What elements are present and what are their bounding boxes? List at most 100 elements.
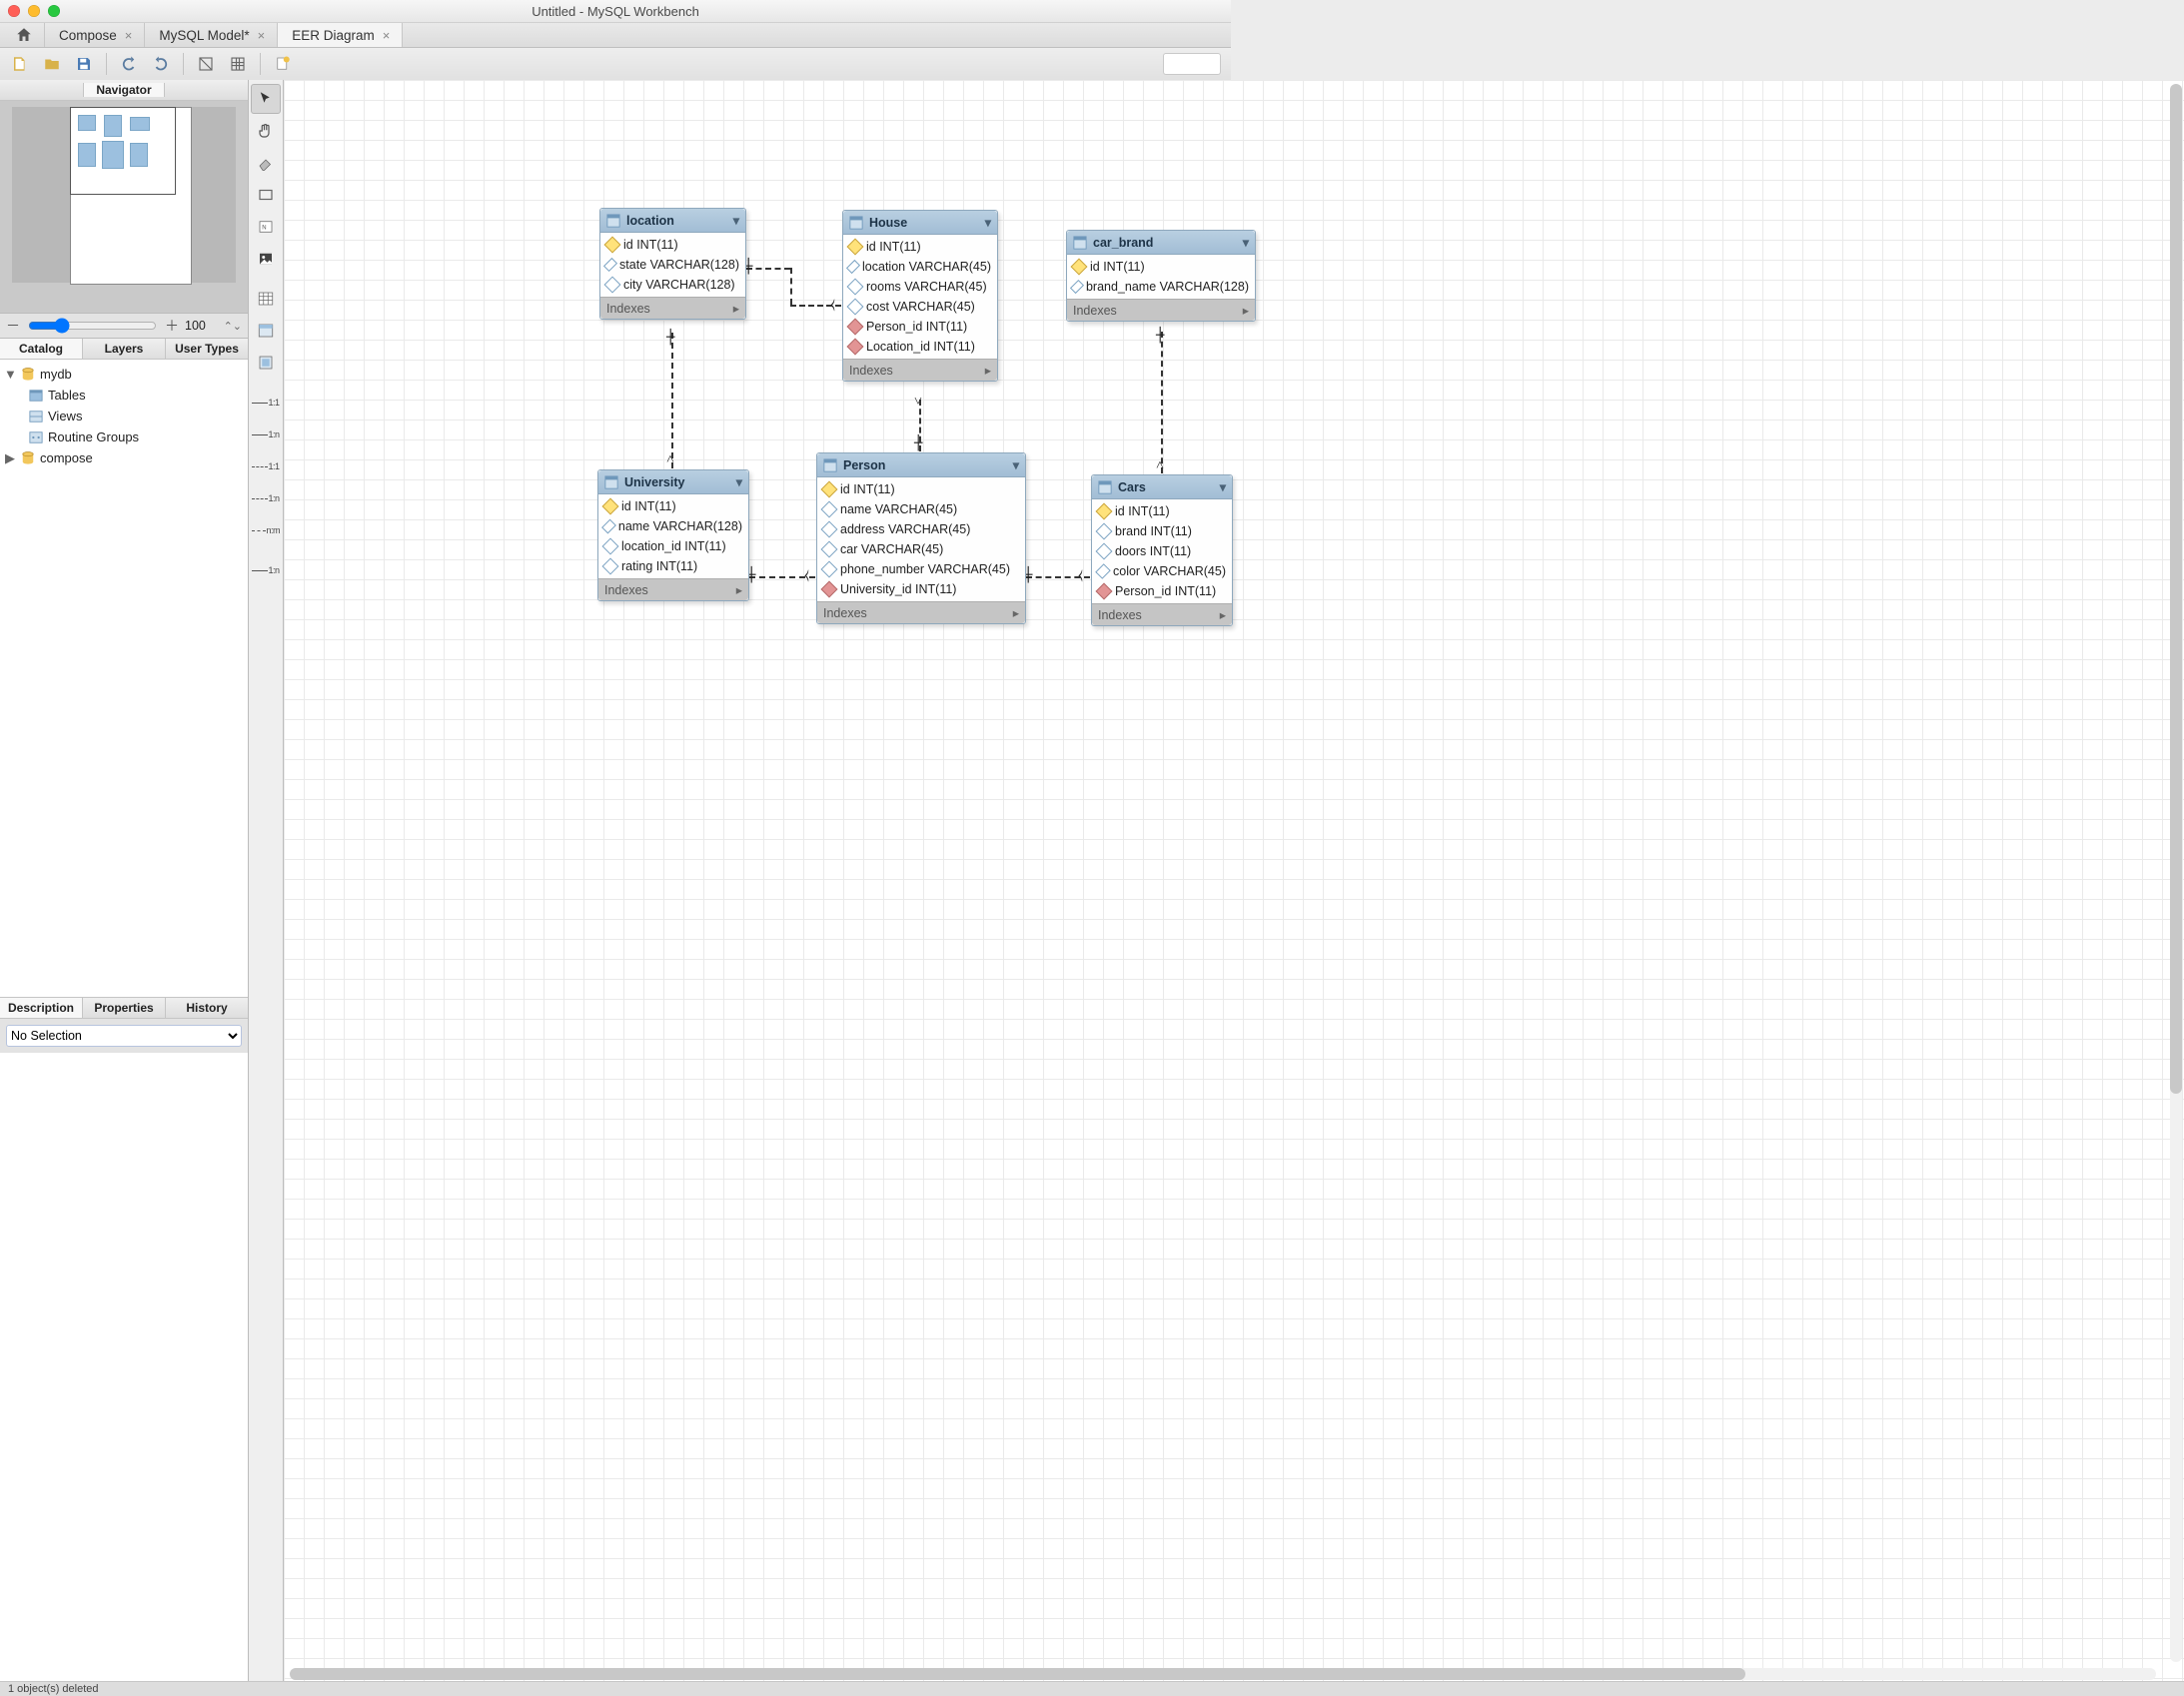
rel-location-university[interactable] [671, 333, 673, 468]
select-tool[interactable] [251, 84, 281, 114]
entity-column[interactable]: location_id INT(11) [598, 536, 748, 556]
entity-column[interactable]: name VARCHAR(45) [817, 499, 1025, 519]
tab-mysql-model[interactable]: MySQL Model* × [145, 23, 278, 47]
entity-indexes-bar[interactable]: Indexes▸ [843, 359, 997, 381]
close-icon[interactable]: × [258, 29, 266, 42]
canvas-hscrollbar[interactable] [290, 1668, 2156, 1680]
new-table-tool[interactable] [251, 284, 281, 314]
hand-tool[interactable] [251, 116, 281, 146]
tab-description[interactable]: Description [0, 998, 83, 1018]
entity-column[interactable]: address VARCHAR(45) [817, 519, 1025, 539]
window-close-button[interactable] [8, 5, 20, 17]
new-view-tool[interactable] [251, 316, 281, 346]
redo-button[interactable] [147, 51, 175, 77]
undo-button[interactable] [115, 51, 143, 77]
entity-house[interactable]: House▾id INT(11)location VARCHAR(45)room… [842, 210, 998, 382]
entity-header[interactable]: House▾ [843, 211, 997, 235]
new-file-button[interactable] [6, 51, 34, 77]
zoom-in-button[interactable]: ＋ [165, 316, 179, 336]
zoom-slider[interactable] [28, 318, 157, 334]
tree-routines[interactable]: Routine Groups [2, 426, 246, 447]
home-button[interactable] [4, 23, 45, 47]
layer-tool[interactable] [251, 180, 281, 210]
tab-compose[interactable]: Compose × [45, 23, 145, 47]
entity-column[interactable]: University_id INT(11) [817, 579, 1025, 599]
expand-icon[interactable]: ▸ [1220, 607, 1226, 622]
entity-header[interactable]: University▾ [598, 470, 748, 494]
collapse-icon[interactable]: ▾ [736, 474, 742, 489]
entity-column[interactable]: id INT(11) [1092, 501, 1232, 521]
tab-properties[interactable]: Properties [83, 998, 166, 1018]
window-minimize-button[interactable] [28, 5, 40, 17]
rel-1-n-id-tool[interactable]: 1:n [251, 483, 281, 513]
entity-header[interactable]: Person▾ [817, 453, 1025, 477]
rel-1-n-tool[interactable]: 1:n [251, 420, 281, 449]
entity-column[interactable]: phone_number VARCHAR(45) [817, 559, 1025, 579]
entity-location[interactable]: location▾id INT(11)state VARCHAR(128)cit… [599, 208, 746, 320]
close-icon[interactable]: × [383, 29, 391, 42]
entity-car-brand[interactable]: car_brand▾id INT(11)brand_name VARCHAR(1… [1066, 230, 1256, 322]
panel-navigator-tab[interactable]: Navigator [83, 83, 164, 97]
entity-cars[interactable]: Cars▾id INT(11)brand INT(11)doors INT(11… [1091, 474, 1233, 626]
expand-icon[interactable]: ▸ [985, 363, 991, 378]
diagram-canvas[interactable]: ┼ ˄ ┼ ⧼ ˅ ┼ ┼ ˄ ┼ ⧼ ┼ ⧼ location▾id INT(… [284, 80, 2184, 1682]
entity-column[interactable]: name VARCHAR(128) [598, 516, 748, 536]
entity-person[interactable]: Person▾id INT(11)name VARCHAR(45)address… [816, 452, 1026, 624]
expand-icon[interactable]: ▸ [736, 582, 742, 597]
save-button[interactable] [70, 51, 98, 77]
collapse-icon[interactable]: ▾ [1243, 235, 1249, 250]
tab-eer-diagram[interactable]: EER Diagram × [278, 23, 403, 47]
navigator-minimap[interactable] [0, 101, 248, 314]
window-maximize-button[interactable] [48, 5, 60, 17]
tab-history[interactable]: History [166, 998, 248, 1018]
rel-carbrand-cars[interactable] [1161, 332, 1163, 473]
collapse-icon[interactable]: ▾ [1220, 479, 1226, 494]
zoom-out-button[interactable]: － [6, 316, 20, 336]
rel-1-1-tool[interactable]: 1:1 [251, 388, 281, 418]
rel-location-house-2[interactable] [790, 268, 792, 305]
entity-column[interactable]: Person_id INT(11) [1092, 581, 1232, 601]
tree-db-compose[interactable]: ▶ compose [2, 447, 246, 468]
rel-location-house-1[interactable] [746, 268, 790, 270]
canvas-vscrollbar[interactable] [2170, 84, 2182, 1662]
close-icon[interactable]: × [125, 29, 133, 42]
entity-column[interactable]: brand INT(11) [1092, 521, 1232, 541]
tab-layers[interactable]: Layers [83, 339, 166, 359]
entity-university[interactable]: University▾id INT(11)name VARCHAR(128)lo… [597, 469, 749, 601]
tree-tables[interactable]: Tables [2, 385, 246, 406]
rel-1-1-id-tool[interactable]: 1:1 [251, 451, 281, 481]
zoom-stepper[interactable]: ⌃⌄ [224, 320, 242, 333]
entity-indexes-bar[interactable]: Indexes▸ [1067, 299, 1255, 321]
toolbar-search-input[interactable] [1163, 53, 1221, 75]
tab-catalog[interactable]: Catalog [0, 339, 83, 359]
collapse-icon[interactable]: ▾ [733, 213, 739, 228]
entity-indexes-bar[interactable]: Indexes▸ [598, 578, 748, 600]
entity-column[interactable]: Location_id INT(11) [843, 337, 997, 357]
entity-header[interactable]: location▾ [600, 209, 745, 233]
entity-column[interactable]: doors INT(11) [1092, 541, 1232, 561]
new-routine-tool[interactable] [251, 348, 281, 378]
entity-column[interactable]: location VARCHAR(45) [843, 257, 997, 277]
rel-existing-tool[interactable]: 1:n [251, 555, 281, 585]
entity-column[interactable]: id INT(11) [843, 237, 997, 257]
image-tool[interactable] [251, 244, 281, 274]
entity-indexes-bar[interactable]: Indexes▸ [1092, 603, 1232, 625]
entity-column[interactable]: id INT(11) [817, 479, 1025, 499]
entity-indexes-bar[interactable]: Indexes▸ [817, 601, 1025, 623]
open-file-button[interactable] [38, 51, 66, 77]
tree-db-mydb[interactable]: ▼ mydb [2, 364, 246, 385]
entity-column[interactable]: brand_name VARCHAR(128) [1067, 277, 1255, 297]
expand-icon[interactable]: ▸ [1013, 605, 1019, 620]
entity-column[interactable]: state VARCHAR(128) [600, 255, 745, 275]
tab-user-types[interactable]: User Types [166, 339, 248, 359]
entity-column[interactable]: city VARCHAR(128) [600, 275, 745, 295]
new-model-button[interactable] [269, 51, 297, 77]
eraser-tool[interactable] [251, 148, 281, 178]
entity-indexes-bar[interactable]: Indexes▸ [600, 297, 745, 319]
align-grid-button[interactable] [224, 51, 252, 77]
entity-column[interactable]: color VARCHAR(45) [1092, 561, 1232, 581]
entity-column[interactable]: id INT(11) [598, 496, 748, 516]
entity-column[interactable]: Person_id INT(11) [843, 317, 997, 337]
entity-column[interactable]: id INT(11) [1067, 257, 1255, 277]
note-tool[interactable]: N [251, 212, 281, 242]
